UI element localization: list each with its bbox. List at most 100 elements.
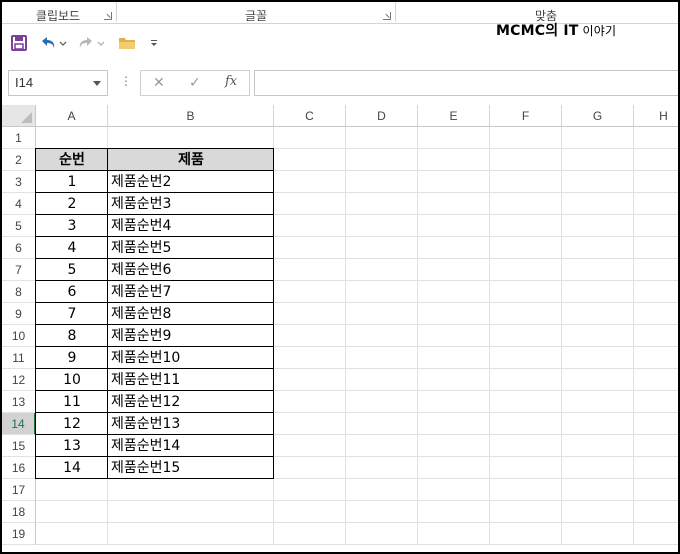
row-header-9[interactable]: 9 [2, 303, 36, 325]
row-header-6[interactable]: 6 [2, 237, 36, 259]
table-cell-product[interactable]: 제품순번5 [108, 237, 274, 259]
row-header-12[interactable]: 12 [2, 369, 36, 391]
undo-button[interactable] [38, 32, 68, 54]
column-header-g[interactable]: G [562, 105, 634, 127]
column-header-d[interactable]: D [346, 105, 418, 127]
table-border-vertical [35, 148, 36, 479]
gridline-horizontal [36, 544, 678, 545]
column-header-e[interactable]: E [418, 105, 490, 127]
table-cell-number[interactable]: 13 [36, 435, 108, 457]
quick-access-toolbar [2, 28, 678, 58]
formula-bar-grip-icon[interactable]: ⋮ [120, 74, 132, 88]
table-cell-product[interactable]: 제품순번7 [108, 281, 274, 303]
column-header-b[interactable]: B [108, 105, 274, 127]
table-border-horizontal [36, 192, 274, 193]
redo-icon [79, 37, 105, 48]
gridline-horizontal [36, 500, 678, 501]
table-cell-product[interactable]: 제품순번3 [108, 193, 274, 215]
row-header-14[interactable]: 14 [2, 413, 36, 435]
table-cell-number[interactable]: 10 [36, 369, 108, 391]
table-cell-product[interactable]: 제품순번8 [108, 303, 274, 325]
save-button[interactable] [8, 32, 30, 54]
name-box[interactable]: I14 [8, 70, 108, 96]
table-border-horizontal [36, 236, 274, 237]
table-border-horizontal [36, 478, 274, 479]
table-cell-product[interactable]: 제품순번4 [108, 215, 274, 237]
table-cell-number[interactable]: 6 [36, 281, 108, 303]
table-border-horizontal [36, 148, 274, 149]
table-border-horizontal [36, 434, 274, 435]
font-launcher-icon[interactable] [383, 12, 391, 20]
table-cell-product[interactable]: 제품순번11 [108, 369, 274, 391]
column-header-h[interactable]: H [634, 105, 678, 127]
row-header-7[interactable]: 7 [2, 259, 36, 281]
row-header-18[interactable]: 18 [2, 501, 36, 523]
row-header-17[interactable]: 17 [2, 479, 36, 501]
table-cell-number[interactable]: 2 [36, 193, 108, 215]
chevron-down-icon[interactable] [93, 81, 101, 86]
row-header-5[interactable]: 5 [2, 215, 36, 237]
row-header-11[interactable]: 11 [2, 347, 36, 369]
table-cell-number[interactable]: 3 [36, 215, 108, 237]
table-cell-product[interactable]: 제품순번9 [108, 325, 274, 347]
table-cell-number[interactable]: 8 [36, 325, 108, 347]
row-header-16[interactable]: 16 [2, 457, 36, 479]
row-header-10[interactable]: 10 [2, 325, 36, 347]
row-header-15[interactable]: 15 [2, 435, 36, 457]
table-cell-number[interactable]: 14 [36, 457, 108, 479]
gridline-vertical [561, 127, 562, 545]
table-border-horizontal [36, 170, 274, 171]
gridline-vertical [489, 127, 490, 545]
row-header-4[interactable]: 4 [2, 193, 36, 215]
ribbon-group-font: 글꼴 [244, 9, 268, 23]
column-header-c[interactable]: C [274, 105, 346, 127]
name-box-value: I14 [15, 75, 34, 90]
customize-qat-icon [151, 40, 157, 46]
enter-icon[interactable]: ✓ [189, 74, 201, 91]
table-cell-product[interactable]: 제품순번12 [108, 391, 274, 413]
table-border-horizontal [36, 280, 274, 281]
row-header-3[interactable]: 3 [2, 171, 36, 193]
table-cell-product[interactable]: 제품순번14 [108, 435, 274, 457]
row-header-1[interactable]: 1 [2, 127, 36, 149]
cancel-icon[interactable]: ✕ [153, 74, 165, 91]
row-header-2[interactable]: 2 [2, 149, 36, 171]
table-cell-product[interactable]: 제품순번15 [108, 457, 274, 479]
table-cell-product[interactable]: 제품순번2 [108, 171, 274, 193]
table-cell-product[interactable]: 제품순번13 [108, 413, 274, 435]
table-cell-number[interactable]: 1 [36, 171, 108, 193]
table-border-horizontal [36, 346, 274, 347]
insert-function-icon[interactable]: fx [225, 74, 237, 89]
cell-a2-header[interactable]: 순번 [36, 149, 108, 171]
cell-b2-header[interactable]: 제품 [108, 149, 274, 171]
excel-window: 클립보드 글꼴 맞춤 MCMC의 IT 이야기 I14 ⋮ ✕ ✓ fx A B… [0, 0, 680, 554]
redo-button[interactable] [76, 32, 108, 54]
table-cell-number[interactable]: 7 [36, 303, 108, 325]
row-header-8[interactable]: 8 [2, 281, 36, 303]
table-cell-product[interactable]: 제품순번6 [108, 259, 274, 281]
row-header-19[interactable]: 19 [2, 523, 36, 545]
column-header-f[interactable]: F [490, 105, 562, 127]
gridline-vertical [345, 127, 346, 545]
folder-icon [119, 38, 135, 49]
gridline-vertical [633, 127, 634, 545]
open-button[interactable] [116, 32, 138, 54]
formula-buttons: ✕ ✓ fx [140, 70, 250, 96]
formula-input[interactable] [254, 70, 678, 96]
row-header-13[interactable]: 13 [2, 391, 36, 413]
clipboard-launcher-icon[interactable] [104, 12, 112, 20]
customize-qat-button[interactable] [146, 32, 162, 54]
table-border-horizontal [36, 390, 274, 391]
table-border-horizontal [36, 412, 274, 413]
table-border-horizontal [36, 324, 274, 325]
select-all-button[interactable] [2, 105, 36, 127]
table-cell-number[interactable]: 11 [36, 391, 108, 413]
table-cell-number[interactable]: 5 [36, 259, 108, 281]
column-header-a[interactable]: A [36, 105, 108, 127]
table-cell-number[interactable]: 4 [36, 237, 108, 259]
save-icon [11, 35, 27, 51]
table-cell-number[interactable]: 9 [36, 347, 108, 369]
gridline-horizontal [36, 522, 678, 523]
table-cell-product[interactable]: 제품순번10 [108, 347, 274, 369]
table-cell-number[interactable]: 12 [36, 413, 108, 435]
